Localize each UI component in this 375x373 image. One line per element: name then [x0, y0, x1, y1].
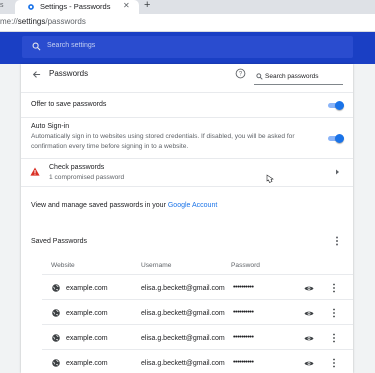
tab-title: Settings - Passwords — [40, 2, 111, 11]
tab-strip: s Settings - Passwords ✕ + — [0, 0, 375, 14]
column-header-username: Username — [141, 262, 172, 269]
search-icon — [256, 73, 263, 80]
search-icon — [32, 42, 41, 51]
toggle-knob — [335, 134, 344, 143]
eye-icon[interactable] — [304, 285, 314, 292]
manage-text: View and manage saved passwords in your — [31, 202, 166, 209]
page-title: Passwords — [49, 69, 89, 78]
offer-to-save-toggle[interactable] — [328, 101, 344, 110]
row-site: example.com — [66, 310, 108, 317]
settings-search-input[interactable]: Search settings — [22, 36, 353, 58]
divider — [21, 92, 353, 93]
passwords-panel: Passwords ? Search passwords Offer to sa… — [21, 64, 353, 373]
mouse-cursor-icon — [266, 174, 274, 183]
row-username: elisa.g.beckett@gmail.com — [141, 360, 225, 367]
divider — [21, 186, 353, 187]
globe-icon — [52, 334, 60, 342]
address-bar[interactable]: me://settings/passwords — [0, 17, 86, 26]
eye-icon[interactable] — [304, 360, 314, 367]
auto-signin-label: Auto Sign-in — [31, 123, 70, 130]
settings-header: Search settings — [0, 32, 375, 64]
tab-settings-passwords[interactable]: Settings - Passwords ✕ — [15, 0, 139, 14]
settings-search-placeholder: Search settings — [47, 42, 96, 49]
help-icon[interactable]: ? — [235, 68, 246, 79]
row-username: elisa.g.beckett@gmail.com — [141, 310, 225, 317]
tab-close-icon[interactable]: ✕ — [123, 1, 130, 10]
more-vert-icon[interactable] — [332, 358, 336, 368]
google-account-link[interactable]: Google Account — [168, 202, 217, 209]
manage-passwords-text: View and manage saved passwords in your … — [31, 202, 217, 209]
table-row: example.com elisa.g.beckett@gmail.com ••… — [21, 300, 353, 324]
new-tab-button[interactable]: + — [144, 0, 150, 11]
row-password: •••••••••• — [233, 359, 254, 366]
auto-signin-toggle[interactable] — [328, 134, 344, 143]
row-site: example.com — [66, 360, 108, 367]
table-row: example.com elisa.g.beckett@gmail.com ••… — [21, 350, 353, 373]
password-search-placeholder: Search passwords — [265, 73, 319, 80]
saved-passwords-title: Saved Passwords — [31, 238, 88, 245]
more-vert-icon[interactable] — [332, 308, 336, 318]
url-path: /passwords — [45, 17, 86, 26]
check-passwords-row[interactable]: Check passwords 1 compromised password — [21, 159, 353, 186]
globe-icon — [52, 309, 60, 317]
table-row: example.com elisa.g.beckett@gmail.com ••… — [21, 325, 353, 349]
row-password: •••••••••• — [233, 284, 254, 291]
eye-icon[interactable] — [304, 335, 314, 342]
globe-icon — [52, 359, 60, 367]
chevron-right-icon — [336, 169, 339, 175]
previous-tab-stub[interactable]: s — [0, 2, 8, 12]
url-prefix: me:// — [0, 17, 18, 26]
password-search-input[interactable]: Search passwords — [254, 69, 343, 85]
row-password: •••••••••• — [233, 334, 254, 341]
back-arrow-icon[interactable] — [32, 70, 41, 79]
url-host: settings — [17, 17, 46, 26]
compromised-count: 1 compromised password — [49, 174, 125, 181]
warning-icon — [30, 167, 40, 176]
row-password: •••••••••• — [233, 309, 254, 316]
browser-toolbar: me://settings/passwords — [0, 14, 375, 32]
row-username: elisa.g.beckett@gmail.com — [141, 335, 225, 342]
more-vert-icon[interactable] — [332, 283, 336, 293]
auto-signin-description-2: confirmation every time before signing i… — [31, 143, 189, 150]
row-username: elisa.g.beckett@gmail.com — [141, 285, 225, 292]
eye-icon[interactable] — [304, 310, 314, 317]
auto-signin-description-1: Automatically sign in to websites using … — [31, 133, 295, 140]
column-header-password: Password — [231, 262, 260, 269]
settings-gear-icon — [28, 4, 34, 10]
globe-icon — [52, 284, 60, 292]
table-row: example.com elisa.g.beckett@gmail.com ••… — [21, 275, 353, 299]
more-vert-icon[interactable] — [335, 236, 339, 246]
more-vert-icon[interactable] — [332, 333, 336, 343]
row-site: example.com — [66, 285, 108, 292]
check-passwords-label: Check passwords — [49, 164, 105, 171]
toggle-knob — [335, 101, 344, 110]
divider — [21, 117, 353, 118]
svg-text:?: ? — [239, 72, 243, 78]
column-header-website: Website — [51, 262, 75, 269]
offer-to-save-label: Offer to save passwords — [31, 101, 107, 108]
row-site: example.com — [66, 335, 108, 342]
